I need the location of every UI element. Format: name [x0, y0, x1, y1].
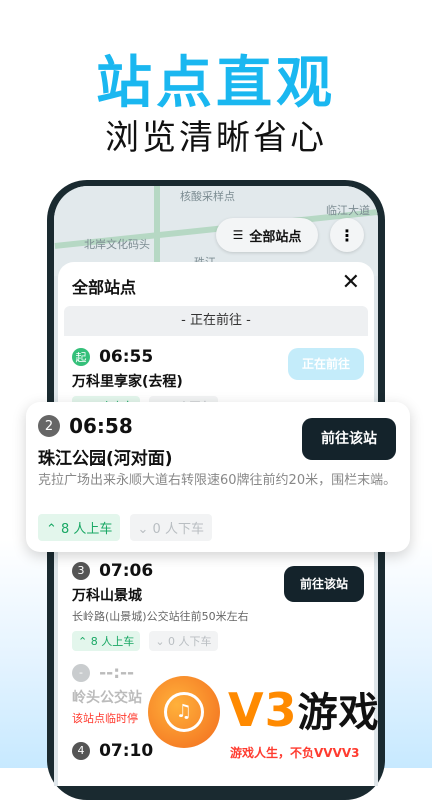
go-to-stop-button[interactable]: 前往该站 [302, 418, 396, 460]
stop-number-badge: 2 [38, 415, 60, 437]
more-vertical-icon: ⋮ [339, 225, 355, 245]
alighting-count: ⌄ 0 人下车 [149, 630, 218, 651]
stop-name: 万科里享家(去程) [72, 373, 183, 390]
stop-item[interactable]: 3 07:06 万科山景城 长岭路(山景城)公交站往前50米左右 ⌃ 8 人上车… [64, 552, 368, 651]
stop-notice: 该站点临时停 [72, 711, 138, 725]
go-to-stop-button[interactable]: 前往该站 [284, 566, 364, 602]
v3-logo-icon: ♫ [148, 676, 220, 748]
promo-subline: 浏览清晰省心 [105, 118, 327, 158]
map-label: 临江大道 [326, 204, 370, 217]
list-icon: ☰ [232, 228, 244, 242]
stop-time: 06:58 [69, 414, 133, 438]
stop-time: 07:10 [99, 740, 154, 761]
heading-now-button[interactable]: 正在前往 [288, 348, 364, 380]
close-icon[interactable]: ✕ [342, 270, 360, 295]
alighting-count: ⌄ 0 人下车 [129, 514, 212, 541]
boarding-count: ⌃ 8 人上车 [38, 514, 121, 541]
stop-number-badge: 3 [72, 561, 90, 580]
map-label: 核酸采样点 [180, 190, 235, 203]
more-button[interactable]: ⋮ [330, 218, 364, 252]
stop-time: 06:55 [99, 346, 154, 367]
all-stops-button[interactable]: ☰ 全部站点 [216, 218, 318, 252]
stop-description: 长岭路(山景城)公交站往前50米左右 [72, 609, 249, 623]
watermark-brand-latin: V3 [228, 683, 298, 737]
watermark-brand: V3游戏 [228, 680, 380, 738]
stop-time: --:-- [99, 662, 135, 683]
highlighted-stop-card[interactable]: 2 06:58 珠江公园(河对面) 克拉广场出来永顺大道右转限速60牌往前约20… [26, 402, 410, 552]
boarding-count: ⌃ 8 人上车 [72, 630, 141, 651]
heading-now-bar: - 正在前往 - [64, 306, 368, 336]
start-badge: 起 [72, 347, 90, 366]
watermark-slogan: 游戏人生，不负VVVV3 [230, 746, 360, 760]
stop-name: 万科山景城 [72, 587, 142, 604]
map-label: 北岸文化码头 [84, 238, 150, 251]
stop-number-badge: - [72, 663, 90, 682]
stop-number-badge: 4 [72, 741, 90, 760]
sheet-title: 全部站点 [72, 278, 137, 297]
stop-name: 岭头公交站 [72, 689, 142, 706]
watermark-brand-cn: 游戏 [297, 690, 380, 736]
all-stops-label: 全部站点 [249, 229, 302, 245]
promo-headline: 站点直观 [96, 51, 336, 116]
stop-description: 克拉广场出来永顺大道右转限速60牌往前约20米，围栏末端。 [38, 473, 397, 488]
stop-name: 珠江公园(河对面) [38, 449, 173, 469]
stop-time: 07:06 [99, 560, 154, 581]
